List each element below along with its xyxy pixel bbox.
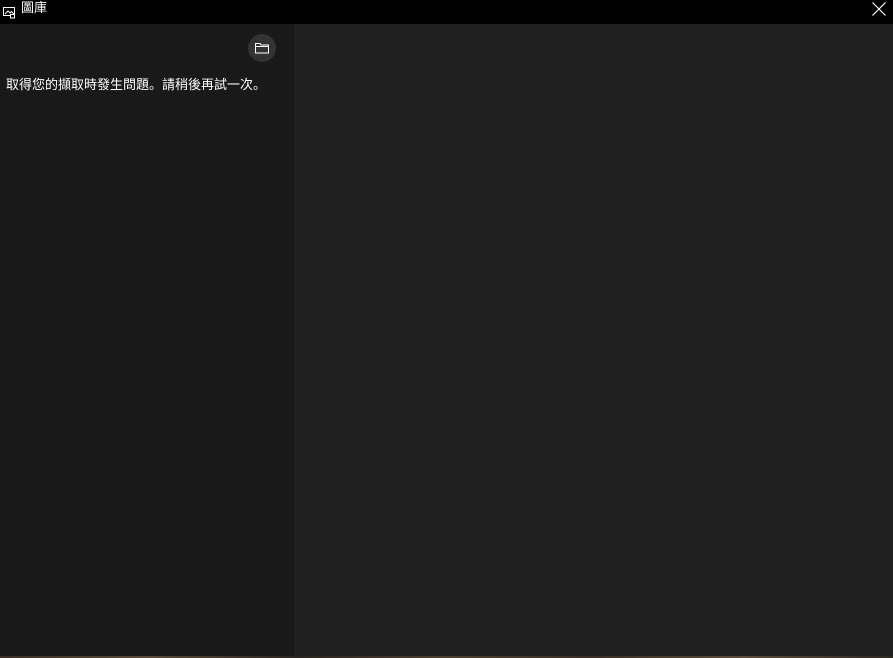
close-button[interactable] [865,0,893,18]
open-folder-button[interactable] [248,34,276,62]
window-title: 圖庫 [21,1,48,16]
preview-pane [294,24,893,656]
error-message: 取得您的擷取時發生問題。請稍後再試一次。 [6,78,267,93]
folder-icon [255,43,269,54]
close-icon [872,2,886,16]
title-bar: 圖庫 [0,0,893,24]
captures-pane: 取得您的擷取時發生問題。請稍後再試一次。 [0,24,294,656]
gallery-window: 圖庫 取得您的擷取時發生問題。請稍後再試一次。 [0,0,893,658]
gallery-app-icon [3,4,16,19]
